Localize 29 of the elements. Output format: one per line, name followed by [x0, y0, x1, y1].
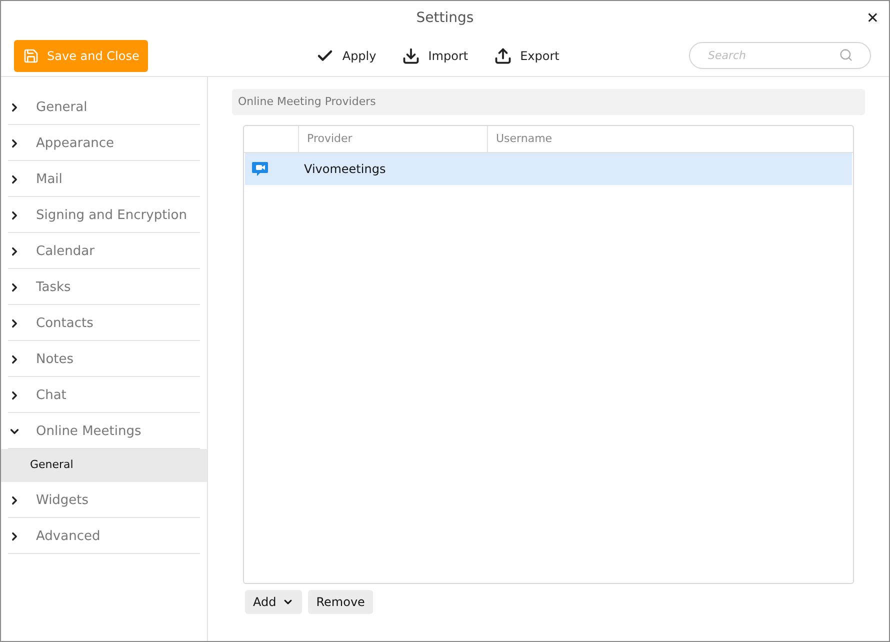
window-title: Settings — [416, 9, 474, 28]
sidebar-subitem[interactable]: General — [1, 449, 207, 482]
sidebar-item[interactable]: Widgets — [8, 482, 200, 518]
sidebar-item[interactable]: Contacts — [8, 305, 200, 341]
sidebar-item[interactable]: Appearance — [8, 125, 200, 161]
column-header[interactable]: Provider — [299, 126, 488, 152]
toolbar-button[interactable]: Import — [402, 46, 468, 64]
toolbar-button[interactable]: Apply — [316, 46, 376, 64]
column-header[interactable]: Username — [488, 126, 853, 152]
upload-icon — [494, 46, 512, 64]
toolbar-button[interactable]: Export — [494, 46, 560, 64]
table-row[interactable]: Vivomeetings — [245, 153, 852, 185]
sidebar-item[interactable]: General — [8, 89, 200, 125]
download-icon — [402, 46, 420, 64]
sidebar-item[interactable]: Advanced — [8, 518, 200, 554]
search-field[interactable]: Search — [689, 42, 871, 69]
sidebar-item[interactable]: Mail — [8, 161, 200, 197]
close-button[interactable]: ✕ — [866, 7, 879, 30]
remove-button[interactable]: Remove — [308, 590, 373, 614]
section-header: Online Meeting Providers — [232, 89, 865, 115]
sidebar-item[interactable]: Tasks — [8, 269, 200, 305]
search-icon — [839, 48, 853, 62]
sidebar-item[interactable]: Chat — [8, 377, 200, 413]
provider-cell-text: Vivomeetings — [303, 161, 386, 178]
sidebar-item[interactable]: Notes — [8, 341, 200, 377]
chat-bubble-icon — [251, 161, 269, 177]
sidebar-item[interactable]: Signing and Encryption — [8, 197, 200, 233]
sidebar-item[interactable]: Calendar — [8, 233, 200, 269]
add-dropdown-button[interactable]: Add — [245, 590, 302, 614]
